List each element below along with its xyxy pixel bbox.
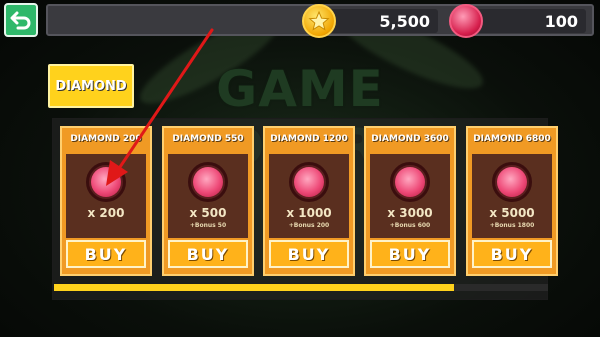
buy-button[interactable]: BUY [370,240,450,268]
pack-title: DIAMOND 1200 [270,134,348,144]
pack-content: x 3000 +Bonus 600 [370,154,450,238]
diamond-pack-card[interactable]: DIAMOND 200 x 200 BUY [60,126,152,276]
diamond-pack-card[interactable]: DIAMOND 1200 x 1000 +Bonus 200 BUY [263,126,355,276]
star-coin-icon [302,4,336,38]
shop-scrollbar[interactable] [54,284,548,291]
buy-label: BUY [388,244,432,264]
pack-amount: x 500 [189,206,227,220]
diamond-pack-card[interactable]: DIAMOND 6800 x 5000 +Bonus 1800 BUY [466,126,558,276]
pack-title: DIAMOND 3600 [371,134,449,144]
star-icon [308,10,330,31]
tab-diamond-label: DIAMOND [55,78,127,94]
buy-button[interactable]: BUY [269,240,349,268]
pack-title: DIAMOND 550 [172,134,244,144]
pack-content: x 200 [66,154,146,238]
pack-bonus: +Bonus 1800 [489,222,535,229]
pack-content: x 5000 +Bonus 1800 [472,154,552,238]
diamond-icon [449,4,483,38]
diamond-amount: 100 [544,11,578,31]
pack-bonus: +Bonus 200 [288,222,330,229]
pack-content: x 500 +Bonus 50 [168,154,248,238]
pack-title: DIAMOND 6800 [473,134,551,144]
buy-button[interactable]: BUY [66,240,146,268]
diamond-icon [188,162,228,202]
diamond-counter: 100 [468,9,586,33]
pack-amount: x 1000 [286,206,332,220]
buy-button[interactable]: BUY [472,240,552,268]
coin-counter: 5,500 [318,9,438,33]
diamond-icon [289,162,329,202]
coin-amount: 5,500 [379,11,430,31]
diamond-pack-card[interactable]: DIAMOND 550 x 500 +Bonus 50 BUY [162,126,254,276]
diamond-icon [390,162,430,202]
diamond-pack-card[interactable]: DIAMOND 3600 x 3000 +Bonus 600 BUY [364,126,456,276]
buy-label: BUY [84,244,128,264]
pack-amount: x 5000 [489,206,535,220]
pack-content: x 1000 +Bonus 200 [269,154,349,238]
buy-label: BUY [490,244,534,264]
diamond-icon [492,162,532,202]
scrollbar-thumb[interactable] [54,284,455,291]
pack-amount: x 3000 [387,206,433,220]
diamond-icon [86,162,126,202]
back-button[interactable] [4,3,38,37]
buy-label: BUY [287,244,331,264]
pack-bonus: +Bonus 600 [389,222,431,229]
back-arrow-icon [10,11,31,30]
pack-amount: x 200 [87,206,125,220]
buy-label: BUY [186,244,230,264]
tab-diamond[interactable]: DIAMOND [48,64,134,108]
pack-bonus: +Bonus 50 [189,222,227,229]
pack-title: DIAMOND 200 [70,134,142,144]
buy-button[interactable]: BUY [168,240,248,268]
